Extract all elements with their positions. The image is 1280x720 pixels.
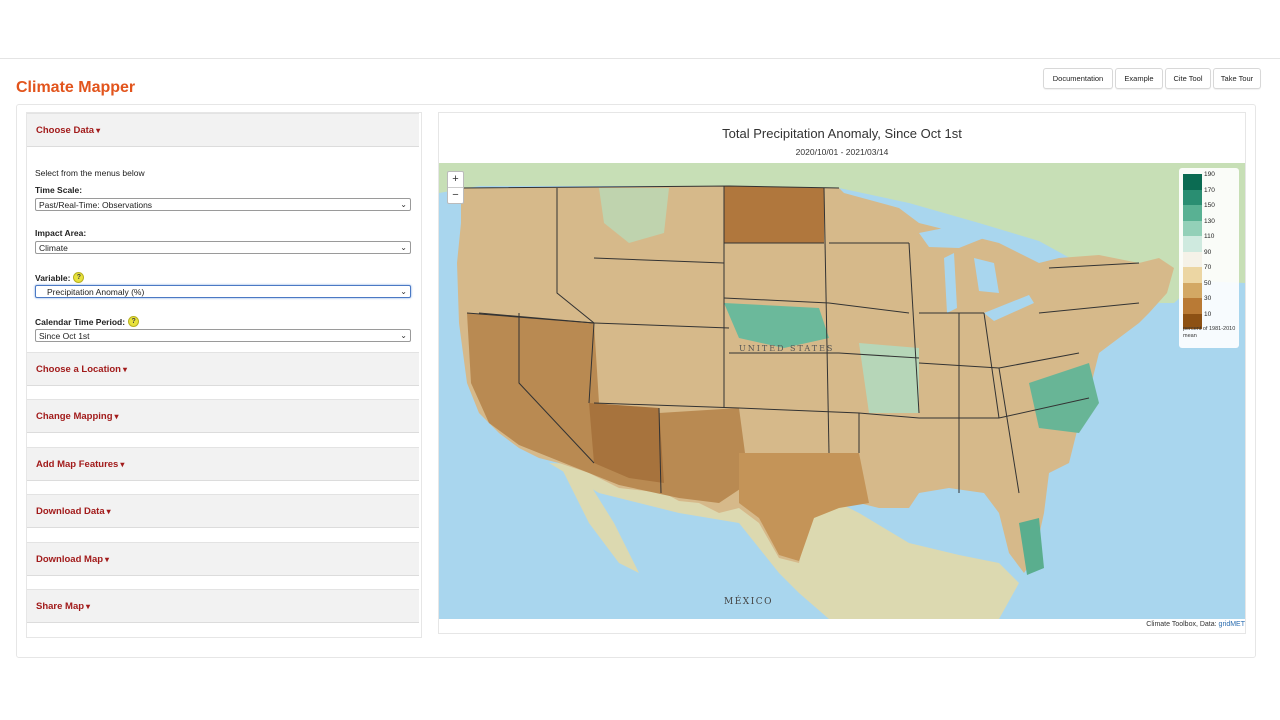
- map-canvas: UNITED STATES MÉXICO: [439, 163, 1245, 619]
- choose-data-label: Choose Data: [36, 124, 95, 136]
- map-legend: 190 170 150 130 110 90 70 50 30 10 percent of 198…: [1179, 168, 1239, 348]
- chevron-down-icon: ⌄: [400, 287, 407, 296]
- credit-text: Climate Toolbox, Data:: [1146, 621, 1219, 628]
- calendar-period-select[interactable]: Since Oct 1st ⌄: [35, 329, 411, 342]
- legend-tick-label: 170: [1204, 186, 1215, 194]
- impact-area-select[interactable]: Climate ⌄: [35, 241, 411, 254]
- choose-data-header[interactable]: Choose Data ▾: [27, 113, 419, 147]
- label-mexico: MÉXICO: [724, 595, 773, 607]
- precipitation-map[interactable]: UNITED STATES MÉXICO + − 190 170 150 130 110…: [439, 163, 1245, 619]
- calendar-period-value: Since Oct 1st: [39, 330, 90, 341]
- download-data-header[interactable]: Download Data ▾: [27, 494, 419, 528]
- chevron-down-icon: ⌄: [400, 331, 407, 340]
- caret-down-icon: ▾: [105, 554, 110, 564]
- impact-area-label-text: Impact Area:: [35, 228, 87, 238]
- time-scale-select[interactable]: Past/Real-Time: Observations ⌄: [35, 198, 411, 211]
- variable-value: Precipitation Anomaly (%): [47, 286, 145, 297]
- variable-label-text: Variable:: [35, 272, 71, 283]
- legend-tick-label: 190: [1204, 171, 1215, 178]
- legend-tick-label: 130: [1204, 217, 1215, 225]
- chevron-down-icon: ⌄: [400, 200, 407, 209]
- calendar-period-label-text: Calendar Time Period:: [35, 316, 126, 327]
- caret-down-icon: ▾: [122, 364, 127, 374]
- label-united-states: UNITED STATES: [739, 344, 834, 353]
- zoom-control: + −: [447, 171, 464, 204]
- legend-tick-label: 150: [1204, 202, 1215, 209]
- variable-label: Variable:?: [35, 272, 85, 283]
- choose-location-header[interactable]: Choose a Location ▾: [27, 352, 419, 386]
- legend-tick-label: 110: [1204, 233, 1215, 240]
- legend-tick-label: 70: [1204, 264, 1212, 271]
- legend-swatch: [1183, 251, 1202, 267]
- control-sidebar: Choose Data ▾ Select from the menus below…: [26, 112, 422, 638]
- download-map-header[interactable]: Download Map ▾: [27, 542, 419, 576]
- legend-tick-label: 50: [1204, 279, 1212, 287]
- share-map-label: Share Map: [36, 600, 85, 612]
- legend-swatch: [1183, 205, 1202, 221]
- top-toolbar: Documentation Example Cite Tool Take Tou…: [1043, 68, 1261, 89]
- chevron-down-icon: ⌄: [400, 243, 407, 252]
- dry-northdakota: [724, 186, 824, 243]
- legend-tick-label: 90: [1204, 248, 1212, 256]
- download-map-label: Download Map: [36, 553, 104, 565]
- zoom-in-button[interactable]: +: [448, 172, 463, 188]
- variable-select[interactable]: Precipitation Anomaly (%) ⌄: [35, 285, 411, 298]
- impact-area-value: Climate: [39, 242, 68, 253]
- app-title: Climate Mapper: [16, 79, 136, 96]
- cite-tool-button[interactable]: Cite Tool: [1165, 68, 1211, 89]
- change-mapping-label: Change Mapping: [36, 410, 113, 422]
- download-data-label: Download Data: [36, 505, 105, 517]
- gridmet-link[interactable]: gridMET: [1219, 621, 1245, 628]
- map-subtitle: 2020/10/01 - 2021/03/14: [795, 147, 889, 157]
- legend-swatch: [1183, 236, 1202, 252]
- legend-swatch: [1183, 189, 1202, 205]
- legend-tick-label: 30: [1204, 295, 1212, 302]
- legend-swatch: [1183, 220, 1202, 236]
- calendar-period-label: Calendar Time Period:?: [35, 316, 140, 327]
- map-title: Total Precipitation Anomaly, Since Oct 1…: [722, 126, 962, 141]
- caret-down-icon: ▾: [120, 459, 125, 469]
- top-divider: [0, 58, 1280, 59]
- share-map-header[interactable]: Share Map ▾: [27, 589, 419, 623]
- zoom-out-button[interactable]: −: [448, 188, 463, 203]
- form-intro: Select from the menus below: [35, 168, 145, 178]
- add-map-features-label: Add Map Features: [36, 458, 119, 470]
- example-button[interactable]: Example: [1115, 68, 1163, 89]
- legend-swatch: [1183, 298, 1202, 314]
- map-credit: Climate Toolbox, Data: gridMET: [1146, 621, 1245, 628]
- time-scale-label: Time Scale:: [35, 185, 82, 195]
- legend-swatch: [1183, 282, 1202, 298]
- legend-tick-label: 10: [1204, 310, 1212, 318]
- legend-swatch: [1183, 174, 1202, 190]
- time-scale-value: Past/Real-Time: Observations: [39, 199, 153, 210]
- help-icon[interactable]: ?: [128, 316, 140, 327]
- choose-location-label: Choose a Location: [36, 363, 121, 375]
- map-card: Total Precipitation Anomaly, Since Oct 1…: [438, 112, 1246, 634]
- legend-note: percent of 1981-2010 mean: [1183, 326, 1236, 339]
- caret-down-icon: ▾: [114, 411, 119, 421]
- documentation-button[interactable]: Documentation: [1043, 68, 1113, 89]
- time-scale-label-text: Time Scale:: [35, 185, 83, 195]
- change-mapping-header[interactable]: Change Mapping ▾: [27, 399, 419, 433]
- legend-swatch: [1183, 267, 1202, 283]
- help-icon[interactable]: ?: [73, 272, 85, 283]
- add-map-features-header[interactable]: Add Map Features ▾: [27, 447, 419, 481]
- take-tour-button[interactable]: Take Tour: [1213, 68, 1261, 89]
- caret-down-icon: ▾: [86, 601, 91, 611]
- caret-down-icon: ▾: [106, 506, 111, 516]
- caret-down-icon: ▾: [96, 125, 101, 135]
- wet-midsouth: [859, 343, 919, 413]
- impact-area-label: Impact Area:: [35, 228, 86, 238]
